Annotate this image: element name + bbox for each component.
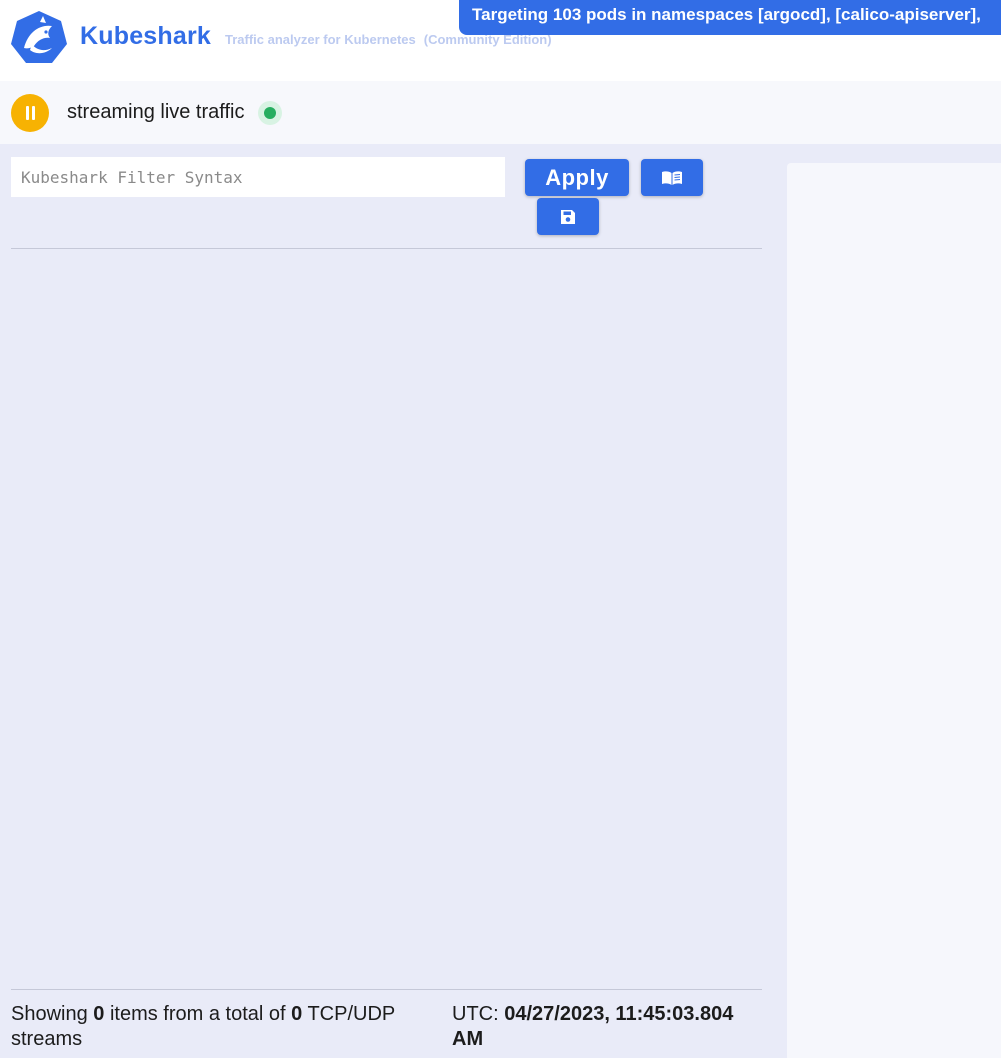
- save-filter-button[interactable]: [537, 198, 599, 235]
- utc-label: UTC:: [452, 1003, 505, 1025]
- entries-list[interactable]: [11, 249, 762, 989]
- kubeshark-logo-icon: [11, 11, 67, 63]
- book-icon: [662, 170, 682, 185]
- pause-icon-bar: [32, 106, 35, 120]
- app-header: Kubeshark Traffic analyzer for Kubernete…: [0, 0, 1001, 81]
- streaming-status-text: streaming live traffic: [67, 101, 245, 123]
- count-middle: items from a total of: [104, 1003, 292, 1025]
- shown-count: 0: [93, 1003, 105, 1025]
- total-count: 0: [291, 1003, 303, 1025]
- live-indicator-icon: [258, 101, 282, 125]
- list-bottom-divider: [11, 989, 762, 990]
- count-prefix: Showing: [11, 1003, 94, 1025]
- docs-button[interactable]: [641, 159, 703, 196]
- filter-input[interactable]: [11, 157, 505, 197]
- entry-detail-pane: [787, 163, 1001, 1058]
- save-icon: [561, 209, 575, 224]
- tagline-text: Traffic analyzer for Kubernetes: [225, 32, 416, 47]
- apply-button[interactable]: Apply: [525, 159, 629, 196]
- pause-icon: [26, 106, 29, 120]
- targeting-banner[interactable]: Targeting 103 pods in namespaces [argocd…: [459, 0, 1001, 35]
- entries-count-text: Showing 0 items from a total of 0 TCP/UD…: [11, 1002, 451, 1052]
- brand-name: Kubeshark: [80, 22, 212, 50]
- utc-timestamp: UTC: 04/27/2023, 11:45:03.804 AM: [452, 1002, 752, 1052]
- pause-button[interactable]: [11, 94, 49, 132]
